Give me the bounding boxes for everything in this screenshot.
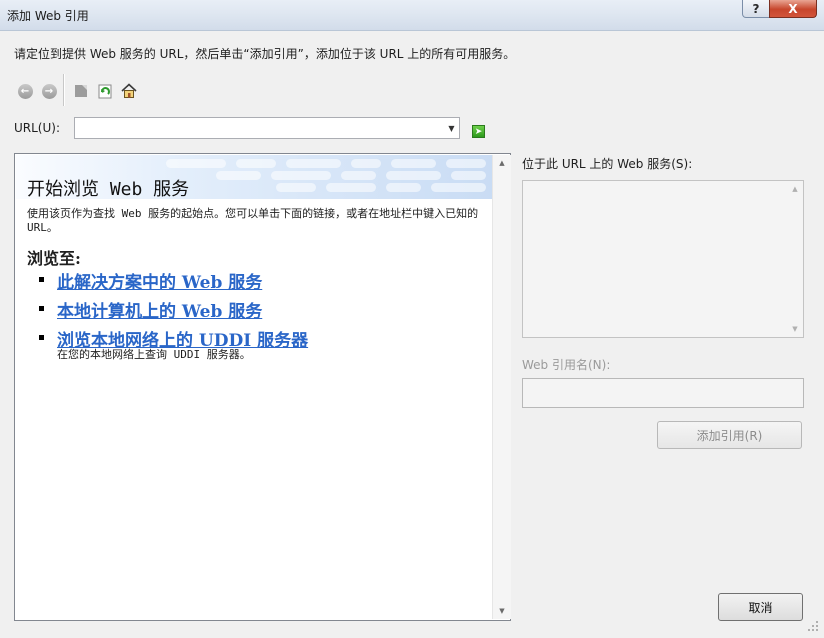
toolbar-separator (63, 74, 65, 106)
url-label: URL(U): (14, 121, 60, 135)
url-dropdown-arrow-icon[interactable]: ▼ (444, 118, 459, 138)
ref-name-input[interactable] (522, 378, 804, 408)
scroll-up-icon[interactable]: ▲ (493, 155, 511, 171)
scroll-down-icon[interactable]: ▼ (787, 321, 803, 337)
close-button[interactable]: X (769, 0, 817, 18)
link-local-machine-services[interactable]: 本地计算机上的 Web 服务 (57, 297, 262, 322)
ref-name-label: Web 引用名(N): (522, 358, 611, 372)
window-title: 添加 Web 引用 (7, 9, 89, 23)
banner-title: 开始浏览 Web 服务 (27, 179, 190, 199)
instruction-text: 请定位到提供 Web 服务的 URL，然后单击“添加引用”，添加位于该 URL … (14, 47, 516, 61)
refresh-icon[interactable] (96, 82, 114, 100)
url-input[interactable] (74, 117, 460, 139)
bullet (39, 277, 44, 282)
intro-text: 使用该页作为查找 Web 服务的起始点。您可以单击下面的链接，或者在地址栏中键入… (27, 207, 479, 234)
add-reference-button[interactable]: 添加引用(R) (657, 421, 802, 449)
go-arrow-icon[interactable]: ➤ (472, 125, 485, 138)
browser-pane: 开始浏览 Web 服务 使用该页作为查找 Web 服务的起始点。您可以单击下面的… (14, 153, 511, 621)
scroll-up-icon[interactable]: ▲ (787, 181, 803, 197)
browser-scrollbar[interactable]: ▲ ▼ (492, 155, 511, 619)
home-icon[interactable] (120, 82, 138, 100)
services-scrollbar[interactable]: ▲ ▼ (787, 181, 803, 337)
help-button[interactable]: ? (742, 0, 770, 18)
back-icon[interactable]: ← (16, 82, 34, 100)
browser-banner: 开始浏览 Web 服务 (16, 155, 492, 199)
title-bar: 添加 Web 引用 ? X (0, 0, 824, 31)
uddi-link-description: 在您的本地网络上查询 UDDI 服务器。 (57, 348, 251, 361)
forward-icon[interactable]: → (40, 82, 58, 100)
scroll-down-icon[interactable]: ▼ (493, 603, 511, 619)
cancel-button[interactable]: 取消 (718, 593, 803, 621)
resize-grip-icon[interactable] (807, 620, 821, 634)
services-label: 位于此 URL 上的 Web 服务(S): (522, 157, 693, 171)
services-list[interactable]: ▲ ▼ (522, 180, 804, 338)
browse-to-heading: 浏览至: (27, 249, 81, 268)
link-solution-services[interactable]: 此解决方案中的 Web 服务 (57, 268, 262, 293)
bullet (39, 335, 44, 340)
stop-icon[interactable] (72, 82, 90, 100)
bullet (39, 306, 44, 311)
